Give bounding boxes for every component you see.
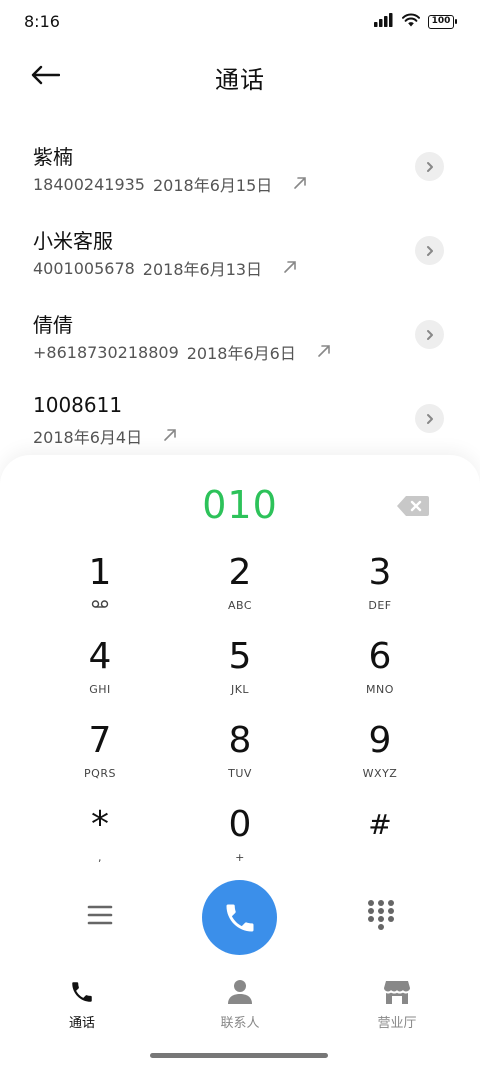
keypad-row: 4 GHI 5 JKL 6 MNO [30, 635, 450, 719]
key-digit: 3 [368, 552, 392, 593]
status-bar: 8:16 100 [0, 0, 480, 44]
status-time: 8:16 [24, 12, 60, 31]
call-detail-button[interactable] [415, 152, 444, 181]
call-name: 小米客服 [33, 229, 113, 253]
key-digit: 9 [368, 720, 392, 761]
key-digit: * [91, 804, 109, 845]
call-detail-button[interactable] [415, 236, 444, 265]
key-digit: # [368, 808, 392, 841]
chevron-right-icon [426, 161, 433, 172]
call-number: 4001005678 [33, 258, 135, 278]
home-indicator[interactable] [150, 1053, 328, 1058]
call-log-item[interactable]: 1008611 2018年6月4日 [0, 380, 480, 464]
key-letters: DEF [368, 599, 392, 612]
call-detail-button[interactable] [415, 320, 444, 349]
key-digit: 4 [88, 636, 112, 677]
key-digit: 8 [228, 720, 252, 761]
dial-actions [0, 875, 480, 955]
tab-label: 联系人 [220, 1016, 260, 1031]
keypad-toggle-button[interactable] [367, 899, 395, 931]
menu-button[interactable] [86, 903, 114, 927]
key-digit: 5 [228, 636, 252, 677]
wifi-icon [402, 12, 420, 31]
call-meta: 18400241935 2018年6月15日 [33, 172, 310, 196]
key-letters: MNO [366, 683, 394, 696]
menu-icon [87, 905, 113, 925]
key-digit: 6 [368, 636, 392, 677]
bottom-nav: 通话 联系人 营业厅 [0, 978, 480, 1038]
outgoing-call-icon [162, 427, 180, 445]
battery-icon: 100 [428, 14, 457, 29]
call-name: 倩倩 [33, 313, 73, 337]
tab-label: 通话 [68, 1016, 95, 1031]
backspace-button[interactable] [396, 495, 430, 517]
key-3[interactable]: 3 DEF [310, 551, 450, 635]
key-digit: 2 [228, 552, 252, 593]
call-log-list: 紫楠 18400241935 2018年6月15日 小米客服 400100567… [0, 128, 480, 464]
key-7[interactable]: 7 PQRS [30, 719, 170, 803]
outgoing-call-icon [292, 175, 310, 193]
call-number: 18400241935 [33, 174, 145, 194]
key-1[interactable]: 1 [30, 551, 170, 635]
key-4[interactable]: 4 GHI [30, 635, 170, 719]
call-number: +8618730218809 [33, 342, 179, 362]
key-letters: + [235, 851, 245, 864]
keypad-row: 1 2 ABC 3 DEF [30, 551, 450, 635]
key-letters: JKL [230, 683, 250, 696]
call-date: 2018年6月4日 [33, 428, 143, 447]
call-date: 2018年6月15日 [152, 176, 273, 195]
dialpad-icon [368, 900, 394, 930]
dialpad-sheet: 010 1 2 ABC 3 DEF 4 GHI 5 JKL 6 MNO 7 PQ… [0, 455, 480, 1066]
tab-label: 营业厅 [377, 1016, 417, 1031]
header: 通话 [0, 50, 480, 102]
tab-contacts[interactable]: 联系人 [190, 978, 290, 1031]
page-title: 通话 [215, 66, 265, 94]
chevron-right-icon [426, 329, 433, 340]
call-date: 2018年6月6日 [186, 344, 296, 363]
key-2[interactable]: 2 ABC [170, 551, 310, 635]
call-log-item[interactable]: 倩倩 +8618730218809 2018年6月6日 [0, 296, 480, 380]
key-letters: TUV [228, 767, 252, 780]
outgoing-call-icon [316, 343, 334, 361]
call-button[interactable] [202, 880, 277, 955]
backspace-icon [397, 496, 429, 516]
key-5[interactable]: 5 JKL [170, 635, 310, 719]
key-letters: GHI [89, 683, 111, 696]
key-8[interactable]: 8 TUV [170, 719, 310, 803]
key-letters: , [98, 851, 102, 864]
call-name: 1008611 [33, 393, 123, 417]
key-letters: PQRS [84, 767, 116, 780]
key-9[interactable]: 9 WXYZ [310, 719, 450, 803]
person-icon [190, 978, 290, 1006]
call-log-item[interactable]: 紫楠 18400241935 2018年6月15日 [0, 128, 480, 212]
signal-icon [374, 12, 394, 31]
call-date: 2018年6月13日 [142, 260, 263, 279]
store-icon [347, 978, 447, 1006]
key-digit: 7 [88, 720, 112, 761]
voicemail-icon [30, 599, 170, 611]
status-icons: 100 [374, 12, 457, 31]
key-digit: 0 [228, 804, 252, 845]
outgoing-call-icon [282, 259, 300, 277]
keypad: 1 2 ABC 3 DEF 4 GHI 5 JKL 6 MNO 7 PQRS 8… [30, 551, 450, 887]
call-detail-button[interactable] [415, 404, 444, 433]
call-meta: +8618730218809 2018年6月6日 [33, 340, 334, 364]
phone-screen: 8:16 100 通话 紫楠 18400241935 2018年6月15日 小米… [0, 0, 480, 1066]
chevron-right-icon [426, 245, 433, 256]
call-name: 紫楠 [33, 145, 73, 169]
call-meta: 2018年6月4日 [33, 424, 180, 448]
phone-icon [226, 904, 253, 931]
key-letters: ABC [227, 599, 253, 612]
tab-service-hall[interactable]: 营业厅 [347, 978, 447, 1031]
keypad-row: 7 PQRS 8 TUV 9 WXYZ [30, 719, 450, 803]
key-digit: 1 [88, 552, 112, 593]
chevron-right-icon [426, 413, 433, 424]
phone-icon [32, 978, 132, 1006]
key-letters: WXYZ [362, 767, 398, 780]
call-log-item[interactable]: 小米客服 4001005678 2018年6月13日 [0, 212, 480, 296]
call-meta: 4001005678 2018年6月13日 [33, 256, 300, 280]
tab-calls[interactable]: 通话 [32, 978, 132, 1031]
key-6[interactable]: 6 MNO [310, 635, 450, 719]
key-letters [310, 851, 450, 863]
